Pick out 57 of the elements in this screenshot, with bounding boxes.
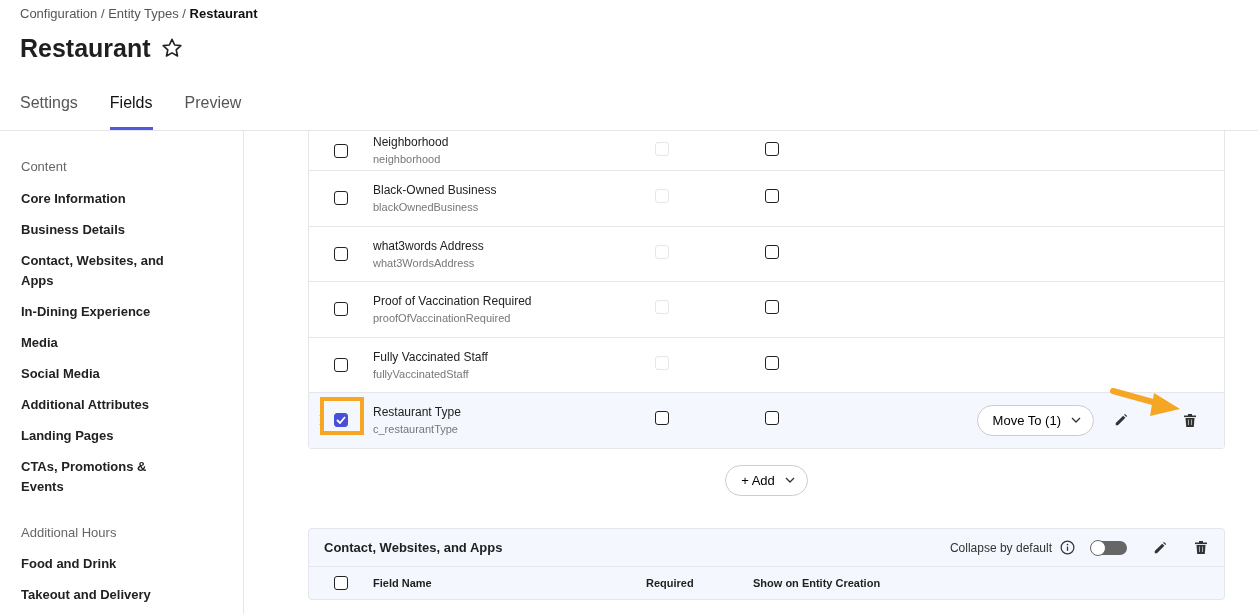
sidebar-link[interactable]: Media xyxy=(21,332,181,353)
checkbox[interactable] xyxy=(334,357,348,372)
sidebar-link[interactable]: CTAs, Promotions & Events xyxy=(21,456,181,497)
column-header: Required xyxy=(646,575,695,591)
add-dropdown[interactable]: + Add xyxy=(725,464,808,496)
checkbox[interactable] xyxy=(334,302,348,317)
sidebar-heading: Additional Hours xyxy=(21,523,118,542)
checkbox[interactable] xyxy=(334,143,348,158)
delete-icon[interactable] xyxy=(1182,411,1198,429)
section-title: Contact, Websites, and Apps xyxy=(324,538,504,557)
info-icon xyxy=(1060,540,1075,555)
sidebar-link[interactable]: Contact, Websites, and Apps xyxy=(21,250,181,291)
sidebar-link[interactable]: Landing Pages xyxy=(21,425,181,446)
sidebar-heading: Content xyxy=(21,158,68,176)
field-name: Restaurant Type xyxy=(373,404,462,421)
sidebar-link[interactable]: Core Information xyxy=(21,188,181,209)
sidebar-link[interactable]: Takeout and Delivery xyxy=(21,585,181,605)
field-api-name: c_restaurantType xyxy=(373,422,459,437)
field-api-name: fullyVaccinatedStaff xyxy=(373,366,470,382)
checkbox[interactable] xyxy=(334,576,348,590)
tab[interactable]: Fields xyxy=(109,91,153,130)
checkbox[interactable] xyxy=(765,189,779,204)
checkbox[interactable] xyxy=(765,300,779,315)
sidebar-link[interactable]: In-Dining Experience xyxy=(21,301,181,322)
checkbox[interactable] xyxy=(765,141,779,156)
delete-icon[interactable] xyxy=(1193,539,1209,556)
caret-icon xyxy=(1071,417,1081,424)
checkbox[interactable] xyxy=(765,244,779,259)
checkbox[interactable] xyxy=(334,413,348,428)
sidebar-link[interactable]: Business Details xyxy=(21,219,181,240)
field-api-name: blackOwnedBusiness xyxy=(373,200,480,215)
checkbox[interactable] xyxy=(765,411,779,426)
tab[interactable]: Settings xyxy=(20,91,78,130)
field-api-name: what3WordsAddress xyxy=(373,255,476,271)
sidebar-link[interactable]: Social Media xyxy=(21,363,181,384)
collapse-toggle[interactable] xyxy=(1091,540,1127,555)
caret-icon xyxy=(784,477,795,484)
sidebar-link[interactable]: Food and Drink xyxy=(21,554,181,574)
field-name: Neighborhood xyxy=(373,134,450,152)
checkbox[interactable] xyxy=(655,411,669,426)
field-name: what3words Address xyxy=(373,237,485,255)
collapse-label: Collapse by default xyxy=(949,539,1052,557)
breadcrumb: Configuration / Entity Types / Restaurant xyxy=(20,5,259,23)
field-name: Fully Vaccinated Staff xyxy=(373,348,489,366)
column-header: Show on Entity Creation xyxy=(753,575,881,591)
field-api-name: neighborhood xyxy=(373,152,442,168)
field-api-name: proofOfVaccinationRequired xyxy=(373,311,512,326)
sidebar-link[interactable]: Additional Attributes xyxy=(21,394,181,415)
page-title: Restaurant xyxy=(20,32,151,64)
tab[interactable]: Preview xyxy=(184,91,242,130)
move-to-dropdown[interactable]: Move To (1) xyxy=(976,404,1094,436)
column-header: Field Name xyxy=(373,575,433,591)
checkbox[interactable] xyxy=(765,355,779,370)
checkbox[interactable] xyxy=(334,191,348,206)
checkbox[interactable] xyxy=(334,246,348,261)
field-name: Black-Owned Business xyxy=(373,182,498,199)
field-name: Proof of Vaccination Required xyxy=(373,293,533,310)
